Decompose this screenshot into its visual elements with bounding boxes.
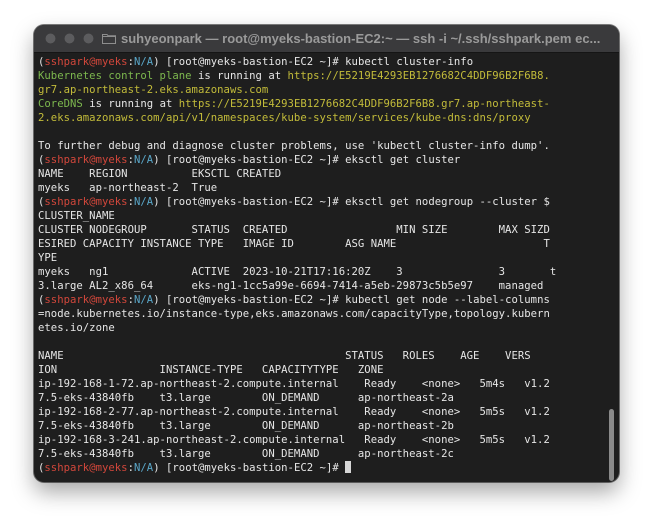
terminal-output[interactable]: (sshpark@myeks:N/A) [root@myeks-bastion-… bbox=[38, 55, 606, 480]
terminal-text-segment: https://E5219E4293EB1276682C4DDF96B2F6B8… bbox=[178, 98, 550, 110]
terminal-text-segment: ip-192-168-3-241.ap-northeast-2.compute.… bbox=[38, 434, 550, 446]
terminal-text-segment: myeks ng1 ACTIVE 2023-10-21T17:16:20Z 3 … bbox=[38, 266, 557, 278]
terminal-text-segment: ) [root@myeks-bastion-EC2 ~]# eksctl get… bbox=[153, 154, 461, 166]
terminal-cursor bbox=[345, 461, 352, 473]
folder-icon bbox=[102, 34, 116, 44]
terminal-text-segment: To further debug and diagnose cluster pr… bbox=[38, 140, 550, 152]
terminal-text-segment: sshpark@myeks bbox=[44, 154, 128, 166]
terminal-text-segment: is running at bbox=[82, 98, 179, 110]
scrollbar-thumb[interactable] bbox=[609, 409, 614, 481]
terminal-line: (sshpark@myeks:N/A) [root@myeks-bastion-… bbox=[38, 55, 606, 69]
terminal-text-segment: ip-192-168-1-72.ap-northeast-2.compute.i… bbox=[38, 378, 550, 390]
terminal-text-segment: ) [root@myeks-bastion-EC2 ~]# kubectl ge… bbox=[153, 294, 550, 306]
terminal-text-segment: ION INSTANCE-TYPE CAPACITYTYPE ZONE bbox=[38, 364, 384, 376]
terminal-line: myeks ng1 ACTIVE 2023-10-21T17:16:20Z 3 … bbox=[38, 265, 606, 279]
terminal-text-segment: 7.5-eks-43840fb t3.large ON_DEMAND ap-no… bbox=[38, 448, 454, 460]
terminal-line: =node.kubernetes.io/instance-type,eks.am… bbox=[38, 307, 606, 321]
terminal-text-segment: NAME STATUS ROLES AGE VERS bbox=[38, 350, 531, 362]
terminal-text-segment: N/A bbox=[134, 462, 154, 474]
terminal-text-segment: CLUSTER NODEGROUP STATUS CREATED MIN SIZ… bbox=[38, 224, 550, 236]
terminal-text-segment: sshpark@myeks bbox=[44, 56, 128, 68]
terminal-line: myeks ap-northeast-2 True bbox=[38, 181, 606, 195]
close-button[interactable] bbox=[45, 33, 56, 44]
terminal-text-segment: Kubernetes control plane bbox=[38, 70, 192, 82]
terminal-text-segment: myeks ap-northeast-2 True bbox=[38, 182, 218, 194]
terminal-text-segment: N/A bbox=[134, 196, 154, 208]
terminal-line: etes.io/zone bbox=[38, 321, 606, 335]
terminal-line: NAME STATUS ROLES AGE VERS bbox=[38, 349, 606, 363]
terminal-text-segment: etes.io/zone bbox=[38, 322, 115, 334]
terminal-text-segment: NAME REGION EKSCTL CREATED bbox=[38, 168, 282, 180]
terminal-text-segment: N/A bbox=[134, 154, 154, 166]
terminal-text-segment: N/A bbox=[134, 294, 154, 306]
terminal-text-segment: sshpark@myeks bbox=[44, 294, 128, 306]
terminal-line: CLUSTER_NAME bbox=[38, 209, 606, 223]
terminal-line: Kubernetes control plane is running at h… bbox=[38, 69, 606, 83]
zoom-button[interactable] bbox=[83, 33, 94, 44]
terminal-line: CoreDNS is running at https://E5219E4293… bbox=[38, 97, 606, 111]
terminal-text-segment: is running at bbox=[191, 70, 288, 82]
terminal-text-segment: gr7.ap-northeast-2.eks.amazonaws.com bbox=[38, 84, 269, 96]
terminal-line: 3.large AL2_x86_64 eks-ng1-1cc5a99e-6694… bbox=[38, 279, 606, 293]
terminal-line: CLUSTER NODEGROUP STATUS CREATED MIN SIZ… bbox=[38, 223, 606, 237]
terminal-line: gr7.ap-northeast-2.eks.amazonaws.com bbox=[38, 83, 606, 97]
window-title: suhyeonpark — root@myeks-bastion-EC2:~ —… bbox=[121, 31, 601, 46]
terminal-line: ION INSTANCE-TYPE CAPACITYTYPE ZONE bbox=[38, 363, 606, 377]
terminal-text-segment: 7.5-eks-43840fb t3.large ON_DEMAND ap-no… bbox=[38, 420, 454, 432]
terminal-line: 7.5-eks-43840fb t3.large ON_DEMAND ap-no… bbox=[38, 419, 606, 433]
terminal-line: YPE bbox=[38, 251, 606, 265]
terminal-line: 2.eks.amazonaws.com/api/v1/namespaces/ku… bbox=[38, 111, 606, 125]
terminal-text-segment: ESIRED CAPACITY INSTANCE TYPE IMAGE ID A… bbox=[38, 238, 550, 250]
terminal-text-segment: ip-192-168-2-77.ap-northeast-2.compute.i… bbox=[38, 406, 550, 418]
title-bar[interactable]: suhyeonpark — root@myeks-bastion-EC2:~ —… bbox=[34, 25, 619, 53]
terminal-window: suhyeonpark — root@myeks-bastion-EC2:~ —… bbox=[34, 25, 619, 482]
terminal-text-segment: CoreDNS bbox=[38, 98, 83, 110]
terminal-text-segment: 3.large AL2_x86_64 eks-ng1-1cc5a99e-6694… bbox=[38, 280, 544, 292]
terminal-text-segment: ) [root@myeks-bastion-EC2 ~]# kubectl cl… bbox=[153, 56, 474, 68]
terminal-text-segment: 7.5-eks-43840fb t3.large ON_DEMAND ap-no… bbox=[38, 392, 454, 404]
minimize-button[interactable] bbox=[64, 33, 75, 44]
terminal-line: 7.5-eks-43840fb t3.large ON_DEMAND ap-no… bbox=[38, 447, 606, 461]
terminal-line: ip-192-168-1-72.ap-northeast-2.compute.i… bbox=[38, 377, 606, 391]
terminal-line: NAME REGION EKSCTL CREATED bbox=[38, 167, 606, 181]
terminal-line: 7.5-eks-43840fb t3.large ON_DEMAND ap-no… bbox=[38, 391, 606, 405]
terminal-text-segment: ) [root@myeks-bastion-EC2 ~]# bbox=[153, 462, 346, 474]
terminal-line: (sshpark@myeks:N/A) [root@myeks-bastion-… bbox=[38, 153, 606, 167]
terminal-text-segment: =node.kubernetes.io/instance-type,eks.am… bbox=[38, 308, 550, 320]
terminal-line: (sshpark@myeks:N/A) [root@myeks-bastion-… bbox=[38, 195, 606, 209]
terminal-line: ESIRED CAPACITY INSTANCE TYPE IMAGE ID A… bbox=[38, 237, 606, 251]
terminal-text-segment: sshpark@myeks bbox=[44, 196, 128, 208]
terminal-line: (sshpark@myeks:N/A) [root@myeks-bastion-… bbox=[38, 293, 606, 307]
terminal-text-segment: CLUSTER_NAME bbox=[38, 210, 115, 222]
terminal-text-segment: sshpark@myeks bbox=[44, 462, 128, 474]
terminal-text-segment: 2.eks.amazonaws.com/api/v1/namespaces/ku… bbox=[38, 112, 531, 124]
terminal-text-segment: ) [root@myeks-bastion-EC2 ~]# eksctl get… bbox=[153, 196, 550, 208]
terminal-text-segment: https://E5219E4293EB1276682C4DDF96B2F6B8… bbox=[287, 70, 550, 82]
terminal-line: ip-192-168-3-241.ap-northeast-2.compute.… bbox=[38, 433, 606, 447]
terminal-line: ip-192-168-2-77.ap-northeast-2.compute.i… bbox=[38, 405, 606, 419]
terminal-line: (sshpark@myeks:N/A) [root@myeks-bastion-… bbox=[38, 461, 606, 475]
terminal-line: To further debug and diagnose cluster pr… bbox=[38, 139, 606, 153]
terminal-text-segment: YPE bbox=[38, 252, 58, 264]
terminal-text-segment: N/A bbox=[134, 56, 154, 68]
